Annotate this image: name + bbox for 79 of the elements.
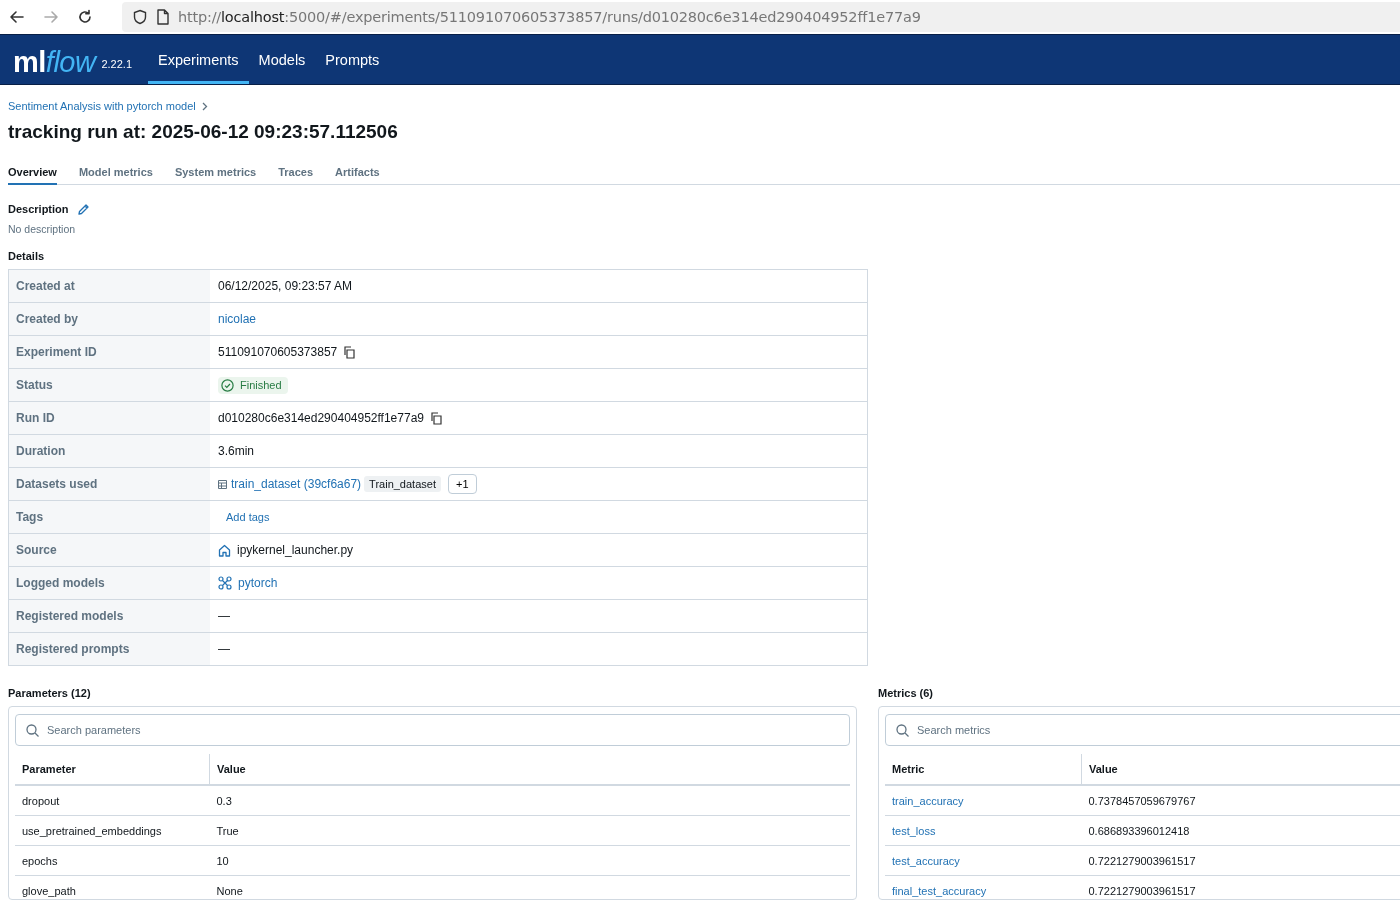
copy-icon[interactable] bbox=[430, 411, 442, 425]
detail-label: Logged models bbox=[8, 566, 210, 600]
home-icon bbox=[218, 543, 231, 557]
tab[interactable]: Model metrics bbox=[78, 162, 153, 185]
section-heading: Metrics (6) bbox=[878, 687, 935, 699]
table-cell: None bbox=[209, 875, 850, 899]
table-cell: use_pretrained_embeddings bbox=[15, 815, 210, 846]
tab[interactable]: System metrics bbox=[174, 162, 257, 185]
copy-icon[interactable] bbox=[343, 345, 356, 359]
section-heading: Details bbox=[8, 250, 46, 262]
detail-label: Tags bbox=[8, 500, 210, 534]
check-circle-icon bbox=[221, 378, 234, 392]
detail-value: d010280c6e314ed290404952ff1e77a9 bbox=[218, 411, 424, 425]
detail-label: Source bbox=[8, 533, 210, 567]
tab[interactable]: Artifacts bbox=[335, 162, 380, 185]
version-label: 2.22.1 bbox=[101, 57, 132, 70]
table-cell: epochs bbox=[15, 845, 210, 876]
search-field[interactable]: Search parameters bbox=[15, 714, 850, 746]
breadcrumb-link[interactable]: Sentiment Analysis with pytorch model bbox=[8, 100, 196, 112]
nav-link[interactable]: Experiments bbox=[148, 38, 249, 84]
detail-value: — bbox=[218, 609, 230, 623]
column-header: Parameter bbox=[15, 754, 210, 785]
detail-value: 06/12/2025, 09:23:57 AM bbox=[218, 279, 353, 293]
detail-label: Experiment ID bbox=[8, 335, 210, 369]
shield-icon bbox=[132, 9, 148, 25]
table-cell: 0.7221279003961517 bbox=[1081, 845, 1400, 876]
detail-label: Created by bbox=[8, 302, 210, 336]
table-cell: 0.686893396012418 bbox=[1081, 815, 1400, 846]
more-button[interactable]: +1 bbox=[447, 474, 477, 494]
column-header: Metric bbox=[885, 754, 1082, 785]
status-badge: Finished bbox=[218, 376, 288, 394]
reload-icon[interactable] bbox=[77, 9, 93, 25]
mlflow-logo[interactable]: mlflow bbox=[0, 46, 96, 76]
table-cell: dropout bbox=[15, 785, 210, 816]
description-text: No description bbox=[8, 223, 77, 235]
metric-link[interactable]: test_accuracy bbox=[885, 845, 1082, 876]
column-header: Value bbox=[209, 754, 850, 785]
tab[interactable]: Traces bbox=[278, 162, 314, 185]
edit-icon[interactable] bbox=[76, 202, 90, 216]
search-icon bbox=[896, 723, 909, 737]
back-icon[interactable] bbox=[9, 9, 25, 25]
detail-label: Registered models bbox=[8, 599, 210, 633]
detail-label: Status bbox=[8, 368, 210, 402]
metric-link[interactable]: train_accuracy bbox=[885, 785, 1082, 816]
detail-label: Run ID bbox=[8, 401, 210, 435]
chevron-right-icon bbox=[201, 101, 208, 111]
section-heading: Parameters (12) bbox=[8, 687, 92, 699]
detail-label: Registered prompts bbox=[8, 632, 210, 666]
add-tags-link[interactable]: Add tags bbox=[218, 511, 270, 523]
table-cell: True bbox=[209, 815, 850, 846]
source-name: ipykernel_launcher.py bbox=[237, 543, 354, 557]
nav-link[interactable]: Models bbox=[248, 38, 316, 84]
section-heading: Description bbox=[8, 203, 69, 215]
search-icon bbox=[26, 723, 39, 737]
table-cell: glove_path bbox=[15, 875, 210, 899]
model-icon bbox=[218, 576, 232, 590]
user-link[interactable]: nicolae bbox=[218, 312, 257, 326]
model-link[interactable]: pytorch bbox=[238, 576, 278, 590]
nav-link[interactable]: Prompts bbox=[315, 38, 390, 84]
page-title: tracking run at: 2025-06-12 09:23:57.112506 bbox=[8, 120, 399, 144]
detail-label: Duration bbox=[8, 434, 210, 468]
table-cell: 10 bbox=[209, 845, 850, 876]
table-icon bbox=[218, 479, 227, 489]
detail-value: 3.6min bbox=[218, 444, 255, 458]
metric-link[interactable]: final_test_accuracy bbox=[885, 875, 1082, 899]
dataset-tag: Train_dataset bbox=[364, 476, 441, 492]
table-cell: 0.7221279003961517 bbox=[1081, 875, 1400, 899]
table-cell: 0.7378457059679767 bbox=[1081, 785, 1400, 816]
dataset-link[interactable]: train_dataset (39cf6a67) bbox=[218, 477, 362, 491]
tab[interactable]: Overview bbox=[8, 162, 57, 185]
table-cell: 0.3 bbox=[209, 785, 850, 816]
detail-label: Datasets used bbox=[8, 467, 210, 501]
detail-value: — bbox=[218, 642, 230, 656]
search-field[interactable]: Search metrics bbox=[885, 714, 1400, 746]
column-header: Value bbox=[1081, 754, 1400, 785]
detail-value: 511091070605373857 bbox=[218, 345, 338, 359]
detail-label: Created at bbox=[8, 269, 210, 303]
metric-link[interactable]: test_loss bbox=[885, 815, 1082, 846]
page-icon bbox=[156, 9, 170, 25]
